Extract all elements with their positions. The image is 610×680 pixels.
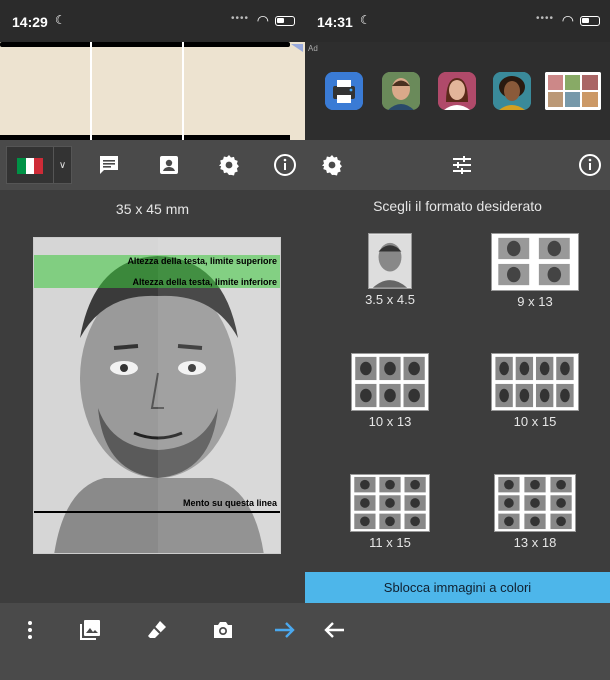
status-bar: 14:31 ☾ •••• ◠ — [305, 0, 610, 42]
format-option-11x15[interactable]: 11 x 15 — [349, 474, 431, 550]
battery-icon — [275, 16, 295, 26]
format-thumbnail — [494, 474, 576, 532]
chin-line — [34, 511, 280, 513]
ad-strip[interactable]: Ad — [305, 42, 610, 140]
moon-icon: ☾ — [360, 13, 371, 27]
guide-top-label: Altezza della testa, limite superiore — [127, 256, 277, 266]
moon-icon: ☾ — [55, 13, 66, 27]
top-toolbar: ∨ — [0, 140, 305, 190]
right-screen: 14:31 ☾ •••• ◠ Ad Scegli il formato desi… — [305, 0, 610, 680]
italy-flag-icon — [17, 158, 44, 174]
format-chooser-title: Scegli il formato desiderato — [373, 198, 542, 214]
ad-divider — [182, 42, 184, 140]
cellular-icon: •••• — [230, 13, 249, 24]
arrow-left-icon[interactable] — [322, 618, 346, 642]
format-option-10x13[interactable]: 10 x 13 — [350, 353, 430, 429]
top-toolbar — [305, 140, 610, 190]
arrow-right-icon[interactable] — [273, 618, 297, 642]
camera-icon[interactable] — [211, 618, 235, 642]
photo-sheet-icon[interactable] — [545, 72, 601, 110]
passport-photo-preview[interactable]: Altezza della testa, limite superiore Al… — [33, 237, 281, 554]
face-thumbnail-icon[interactable] — [493, 72, 531, 110]
info-icon[interactable] — [578, 153, 602, 177]
format-thumbnail — [351, 353, 429, 411]
tune-icon[interactable] — [450, 153, 474, 177]
status-time: 14:29 — [12, 14, 48, 30]
adchoices-icon[interactable] — [291, 44, 303, 52]
format-label: 13 x 18 — [513, 535, 557, 550]
format-option-9x13[interactable]: 9 x 13 — [489, 233, 581, 309]
unlock-color-button[interactable]: Sblocca immagini a colori — [305, 572, 610, 604]
format-label: 9 x 13 — [517, 294, 553, 309]
more-vertical-icon[interactable] — [18, 618, 42, 642]
bottom-toolbar — [305, 603, 610, 680]
format-label: 10 x 15 — [513, 414, 557, 429]
format-label: 3.5 x 4.5 — [365, 292, 415, 307]
chevron-down-icon[interactable]: ∨ — [54, 146, 72, 184]
eraser-icon[interactable] — [145, 618, 169, 642]
status-bar: 14:29 ☾ •••• ◠ — [0, 0, 305, 42]
format-thumbnail — [368, 233, 412, 289]
guide-bottom-label: Altezza della testa, limite inferiore — [132, 277, 277, 287]
bottom-toolbar — [0, 603, 305, 680]
message-icon[interactable] — [97, 153, 121, 177]
format-option-3-5x4-5[interactable]: 3.5 x 4.5 — [360, 233, 420, 307]
country-selector[interactable] — [6, 146, 54, 184]
chin-line-label: Mento su questa linea — [182, 498, 277, 508]
gallery-icon[interactable] — [78, 618, 102, 642]
status-time: 14:31 — [317, 14, 353, 30]
format-label: 10 x 13 — [368, 414, 412, 429]
left-screen: 14:29 ☾ •••• ◠ ∨ 35 x 45 mm Altezza dell… — [0, 0, 305, 680]
wifi-icon: ◠ — [561, 12, 574, 28]
format-thumbnail — [491, 353, 579, 411]
battery-icon — [580, 16, 600, 26]
gear-icon[interactable] — [320, 153, 344, 177]
info-icon[interactable] — [273, 153, 297, 177]
face-thumbnail-icon[interactable] — [382, 72, 420, 110]
dimension-label: 35 x 45 mm — [115, 201, 190, 217]
ad-label: Ad — [308, 44, 318, 53]
format-option-13x18[interactable]: 13 x 18 — [493, 474, 577, 550]
contact-icon[interactable] — [157, 153, 181, 177]
cellular-icon: •••• — [535, 13, 554, 24]
face-thumbnail-icon[interactable] — [438, 72, 476, 110]
format-thumbnail — [350, 474, 430, 532]
format-label: 11 x 15 — [369, 535, 411, 550]
gear-icon[interactable] — [217, 153, 241, 177]
printer-app-icon[interactable] — [325, 72, 363, 110]
format-thumbnail — [491, 233, 579, 291]
ad-banner[interactable] — [0, 42, 305, 140]
format-option-10x15[interactable]: 10 x 15 — [491, 353, 579, 429]
ad-divider — [90, 42, 92, 140]
wifi-icon: ◠ — [256, 12, 269, 28]
ad-top-border — [0, 42, 290, 47]
